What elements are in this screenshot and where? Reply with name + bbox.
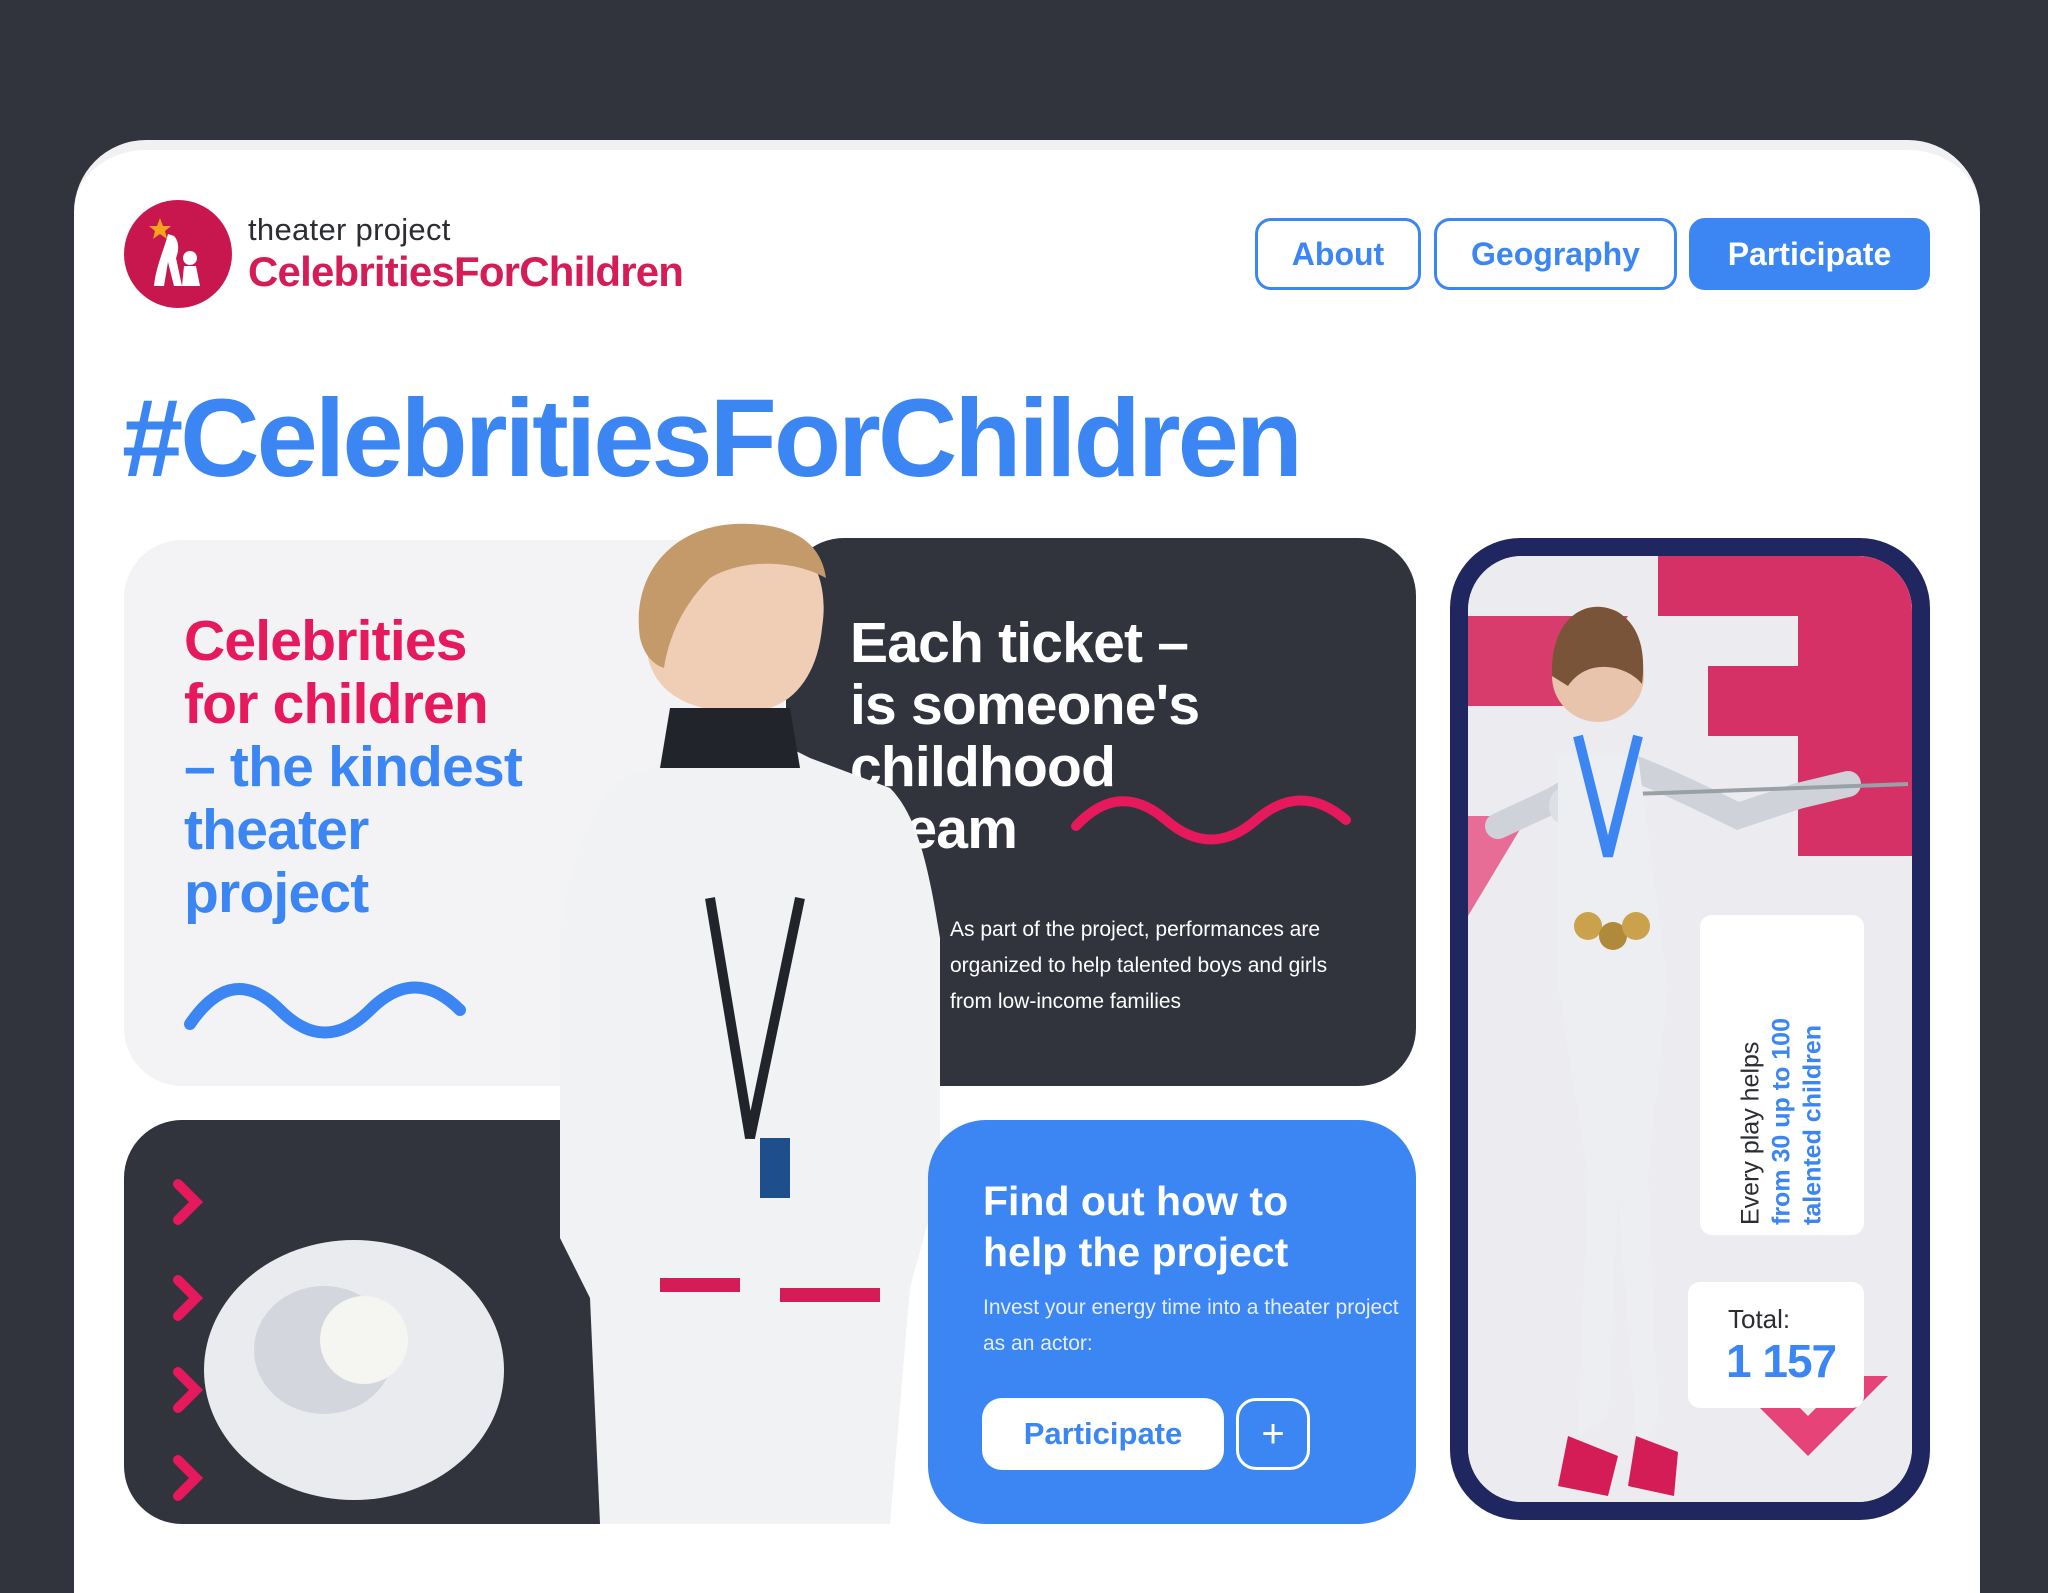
- intro-line-5: project: [184, 861, 369, 925]
- brand-name[interactable]: CelebritiesForChildren: [248, 248, 684, 296]
- stat-line-2: from 30 up to 100: [1767, 1018, 1796, 1225]
- total-label: Total:: [1728, 1304, 1791, 1334]
- stat-line-3: talented children: [1798, 1024, 1827, 1225]
- help-title: Find out how to help the project: [983, 1176, 1288, 1278]
- total-value: 1 157: [1726, 1335, 1837, 1387]
- astronaut-boy-image: [560, 523, 940, 1524]
- intro-line-1: Celebrities: [184, 609, 467, 673]
- hero-hashtag: #CelebritiesForChildren: [122, 377, 1303, 500]
- nav-participate-button[interactable]: Participate: [1689, 218, 1930, 290]
- help-description: Invest your energy time into a theater p…: [983, 1296, 1399, 1355]
- intro-line-3: – the kindest: [184, 735, 523, 799]
- brand-tagline: theater project: [248, 212, 451, 247]
- intro-line-2: for children: [184, 672, 489, 736]
- nav-geography-button[interactable]: Geography: [1434, 218, 1677, 290]
- ticket-description: As part of the project, performances are…: [950, 918, 1328, 1013]
- stat-text: Every play helps from 30 up to 100 talen…: [1700, 915, 1864, 1235]
- participate-button[interactable]: Participate: [982, 1398, 1224, 1470]
- help-title-line-1: Find out how to: [983, 1178, 1289, 1224]
- intro-line-4: theater: [184, 798, 369, 862]
- plus-button[interactable]: +: [1236, 1398, 1310, 1470]
- stat-line-1: Every play helps: [1736, 1041, 1765, 1225]
- intro-headline: Celebrities for children – the kindest t…: [184, 609, 523, 925]
- logo-icon[interactable]: [124, 200, 232, 308]
- help-title-line-2: help the project: [983, 1229, 1289, 1275]
- nav-about-button[interactable]: About: [1255, 218, 1421, 290]
